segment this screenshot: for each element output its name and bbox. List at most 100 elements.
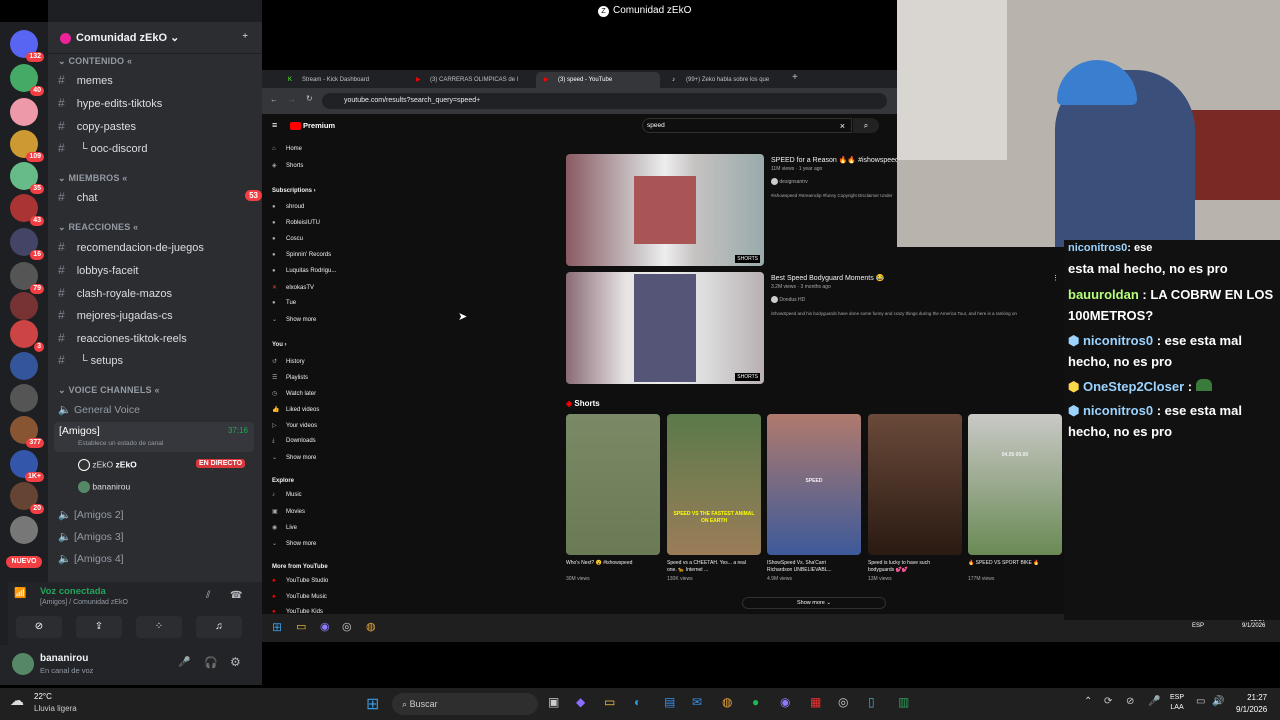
more-options-icon[interactable]: ⋮ <box>1052 274 1059 282</box>
voice-member[interactable]: bananirou <box>78 481 130 493</box>
weather-icon[interactable]: ☁ <box>10 692 24 709</box>
tab-speed-youtube[interactable]: ▶ (3) speed - YouTube <box>536 72 660 88</box>
microphone-icon[interactable]: 🎤 <box>178 657 190 668</box>
avatar[interactable] <box>12 653 34 675</box>
sidebar-subscriptions-title[interactable]: Subscriptions › <box>272 188 316 194</box>
chrome-icon[interactable]: ◍ <box>366 620 376 633</box>
category-voice[interactable]: ⌄ VOICE CHANNELS « <box>58 385 160 396</box>
short-title[interactable]: Speed vs a CHEETAH. Yes... a real one. 🐆… <box>667 560 749 574</box>
edge-icon[interactable]: ◐ <box>634 695 641 709</box>
notepad-icon[interactable]: ▯ <box>868 695 875 709</box>
server-icon[interactable]: 20 <box>10 482 44 514</box>
category-reacciones[interactable]: ⌄ REACCIONES « <box>58 222 138 233</box>
server-header[interactable]: Comunidad zEkO ⌄ ⁺ <box>48 22 262 54</box>
channel-copy-pastes[interactable]: # copy-pastes <box>58 119 136 133</box>
short-thumbnail[interactable]: 04.05 00.00 <box>968 414 1062 555</box>
server-icon[interactable]: 16 <box>10 228 44 260</box>
monitor-icon[interactable]: ▭ <box>1196 696 1205 707</box>
channel-clash-royale[interactable]: # clash-royale-mazos <box>58 286 172 300</box>
sidebar-show-more[interactable]: ⌄ Show more <box>272 540 316 547</box>
server-icon[interactable]: 40 <box>10 64 44 96</box>
short-thumbnail[interactable] <box>868 414 962 555</box>
sidebar-liked[interactable]: 👍 Liked videos <box>272 406 319 413</box>
server-icon[interactable] <box>10 98 38 126</box>
channel-name[interactable]: Dondus HD <box>771 296 805 303</box>
volume-icon[interactable]: 🔊 <box>1212 696 1224 707</box>
store-icon[interactable]: ▤ <box>664 695 675 709</box>
channel-mejores-jugadas[interactable]: # mejores-jugadas-cs <box>58 308 173 322</box>
video-thumbnail[interactable]: SHORTS <box>566 272 764 384</box>
sidebar-yt-music[interactable]: ● YouTube Music <box>272 594 327 600</box>
hamburger-menu-icon[interactable]: ≡ <box>272 120 277 130</box>
channel-reacciones-tiktok[interactable]: # reacciones-tiktok-reels <box>58 331 187 345</box>
tray-icon[interactable]: ⟳ <box>1104 696 1112 707</box>
screen-share-button[interactable]: ⇪ <box>76 616 122 638</box>
discord-icon[interactable]: ◉ <box>780 695 790 709</box>
server-icon[interactable]: 3 <box>10 320 44 352</box>
channel-memes[interactable]: # memes <box>58 73 113 87</box>
short-title[interactable]: Who's Next? 😮 #ishowspeed <box>566 560 648 567</box>
tab-kick[interactable]: K Stream - Kick Dashboard <box>280 72 404 88</box>
sidebar-sub[interactable]: ● shroud <box>272 204 304 210</box>
sidebar-playlists[interactable]: ☰ Playlists <box>272 374 308 381</box>
app-icon[interactable]: ▦ <box>810 695 821 709</box>
voice-channel-amigos-3[interactable]: 🔈 [Amigos 3] <box>58 530 124 543</box>
windows-start-icon[interactable]: ⊞ <box>366 694 379 714</box>
video-title[interactable]: SPEED for a Reason 🔥🔥 #ishowspeed <box>771 156 897 164</box>
sidebar-your-videos[interactable]: ▷ Your videos <box>272 422 317 429</box>
voice-channel-amigos[interactable]: [Amigos] 37:16 Establece un estado de ca… <box>54 422 254 452</box>
server-icon[interactable] <box>10 292 38 320</box>
clock[interactable]: 21:27 9/1/2026 <box>1236 692 1267 716</box>
microphone-icon[interactable]: 🎤 <box>1148 696 1160 707</box>
voice-channel-amigos-2[interactable]: 🔈 [Amigos 2] <box>58 508 124 521</box>
sidebar-studio[interactable]: ● YouTube Studio <box>272 578 328 584</box>
short-thumbnail[interactable]: SPEED VS THE FASTEST ANIMAL ON EARTH <box>667 414 761 555</box>
file-explorer-icon[interactable]: ▭ <box>604 695 615 709</box>
spotify-icon[interactable]: ● <box>752 695 759 709</box>
channel-recomendacion[interactable]: # recomendacion-de-juegos <box>58 240 204 254</box>
server-icon[interactable]: 43 <box>10 194 44 226</box>
channel-lobbys-faceit[interactable]: # lobbys-faceit <box>58 263 138 277</box>
back-icon[interactable]: ← <box>270 95 278 104</box>
sidebar-live[interactable]: ◉ Live <box>272 524 297 531</box>
server-icon[interactable]: 377 <box>10 416 44 448</box>
sidebar-movies[interactable]: ▣ Movies <box>272 508 305 515</box>
video-title[interactable]: Best Speed Bodyguard Moments 😂 <box>771 274 1051 282</box>
headphones-icon[interactable]: 🎧 <box>204 656 218 669</box>
server-icon[interactable]: 132 <box>10 30 44 62</box>
new-tab-icon[interactable]: + <box>792 72 798 83</box>
search-input[interactable]: speed × <box>642 118 852 133</box>
channel-hype-edits-tiktoks[interactable]: # hype-edits-tiktoks <box>58 96 162 110</box>
copilot-icon[interactable]: ◆ <box>576 695 585 709</box>
file-explorer-icon[interactable]: ▭ <box>296 620 306 633</box>
obs-icon[interactable]: ◎ <box>838 695 848 709</box>
sidebar-music[interactable]: ♪ Music <box>272 492 302 498</box>
sidebar-home[interactable]: ⌂ Home <box>272 146 302 152</box>
search-button[interactable]: ⌕ <box>853 118 879 133</box>
windows-start-icon[interactable]: ⊞ <box>272 620 282 634</box>
sidebar-sub[interactable]: ● Luquitas Rodrigu... <box>272 268 336 274</box>
language-indicator[interactable]: ESP LAA <box>1170 693 1184 713</box>
channel-ooc-discord[interactable]: # └ ooc-discord <box>58 141 147 155</box>
video-thumbnail[interactable]: SHORTS <box>566 154 764 266</box>
address-bar[interactable]: youtube.com/results?search_query=speed+ <box>322 93 887 109</box>
sidebar-show-more[interactable]: ⌄ Show more <box>272 454 316 461</box>
sidebar-you-title[interactable]: You › <box>272 342 287 348</box>
voice-channel-amigos-4[interactable]: 🔈 [Amigos 4] <box>58 552 124 565</box>
sidebar-sub[interactable]: ● Tue <box>272 300 296 306</box>
chrome-icon[interactable]: ◍ <box>722 695 732 709</box>
sidebar-shorts[interactable]: ◈ Shorts <box>272 162 303 169</box>
voice-member[interactable]: zEkO zEkO <box>78 459 137 471</box>
show-more-button[interactable]: Show more ⌄ <box>742 597 886 609</box>
reload-icon[interactable]: ↻ <box>306 94 313 103</box>
server-icon[interactable] <box>10 516 38 544</box>
server-icon[interactable]: 109 <box>10 130 44 162</box>
settings-gear-icon[interactable]: ⚙ <box>230 655 241 669</box>
sidebar-watch-later[interactable]: ◷ Watch later <box>272 390 316 397</box>
channel-name[interactable]: designsantrv <box>771 178 808 185</box>
channel-setups[interactable]: # └ setups <box>58 353 123 367</box>
server-icon[interactable]: 79 <box>10 262 44 294</box>
obs-icon[interactable]: ◎ <box>342 620 352 633</box>
language-indicator[interactable]: ESP <box>1192 623 1204 629</box>
clear-icon[interactable]: × <box>840 119 845 133</box>
